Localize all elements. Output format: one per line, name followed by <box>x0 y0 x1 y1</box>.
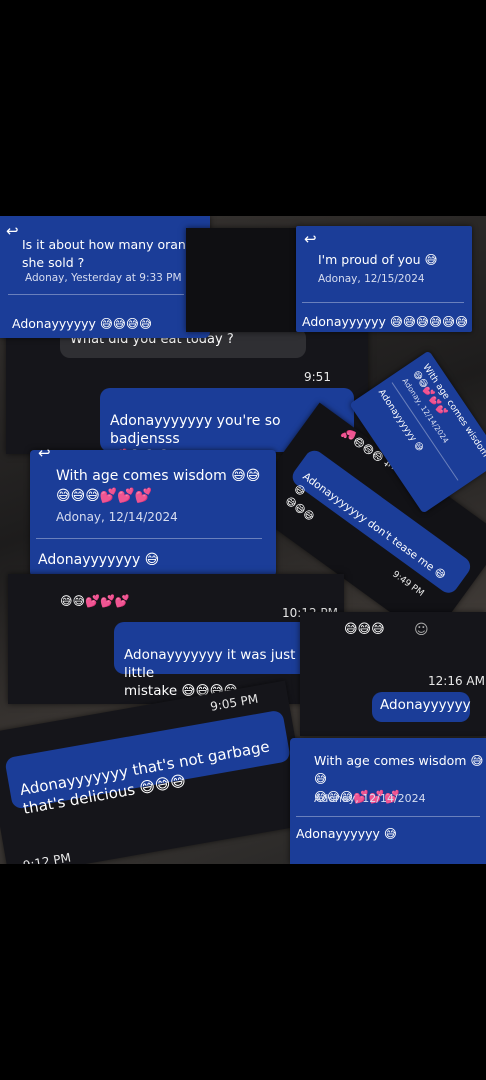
message-time: 12:16 AM <box>428 674 485 688</box>
quoted-message-meta: Adonay, 12/14/2024 <box>56 510 178 524</box>
quoted-message-meta: Adonay, 12/15/2024 <box>318 273 425 285</box>
smiley-icon[interactable]: ☺ <box>414 622 429 638</box>
quoted-message-meta: Adonay, 12/14/2024 <box>314 792 426 805</box>
chat-card-blank <box>186 228 298 332</box>
reply-arrow-icon: ↩ <box>304 230 317 248</box>
reply-text: Adonayyyyyyy 😅 <box>38 552 160 568</box>
divider <box>302 302 464 303</box>
sent-message-text: Adonayyyyyyy that's not garbage that's d… <box>18 737 271 818</box>
chat-card-oranges: ↩ Is it about how many orang she sold ? … <box>0 216 210 338</box>
sent-message-bubble: Adonayyyyyyy that's not garbage that's d… <box>4 709 292 818</box>
partial-message-time: 9:12 PM <box>21 850 73 864</box>
divider <box>296 816 480 817</box>
quoted-message-meta: Adonay, Yesterday at 9:33 PM <box>25 272 182 284</box>
reply-arrow-icon: ↩ <box>6 222 19 240</box>
divider <box>8 294 184 295</box>
reply-text: Adonayyyyyy 😅😅😅😅😅😅 <box>302 314 469 329</box>
quoted-message-text: Is it about how many orang she sold ? <box>22 237 194 270</box>
partial-message-text: 😅😅😅 <box>344 622 385 637</box>
chat-card-mistake: 😅😅💕💕💕 10:12 PM Adonayyyyyyy it was just … <box>8 574 344 704</box>
quoted-message-text: I'm proud of you 😅 <box>318 252 438 267</box>
message-time: 9:51 <box>304 370 331 384</box>
chat-card-proud: ↩ I'm proud of you 😅 Adonay, 12/15/2024 … <box>296 226 472 332</box>
screenshot-collage: What did you eat today ? 9:51 Adonayyyyy… <box>0 216 486 864</box>
quoted-message-text: With age comes wisdom 😅😅 😅😅😅💕💕💕 <box>56 468 261 504</box>
sent-message-text: Adonayyyyyy <box>380 697 471 713</box>
reply-text: Adonayyyyyy 😅😅😅😅 <box>12 316 152 331</box>
sent-message-bubble: Adonayyyyyy <box>372 692 471 722</box>
chat-card-1216: 😅😅😅 ☺ 12:16 AM Adonayyyyyy <box>300 612 486 736</box>
partial-message-text: 😅😅💕💕💕 <box>60 594 130 608</box>
message-time: 9:05 PM <box>209 691 260 714</box>
reply-text: Adonayyyyyy 😅 <box>296 826 397 841</box>
chat-card-wisdom-bottom: With age comes wisdom 😅😅 😅😅😅💕💕💕 Adonay, … <box>290 738 486 864</box>
chat-card-wisdom: ↩ With age comes wisdom 😅😅 😅😅😅💕💕💕 Adonay… <box>30 446 276 576</box>
divider <box>36 538 262 539</box>
reply-arrow-icon: ↩ <box>38 444 51 462</box>
